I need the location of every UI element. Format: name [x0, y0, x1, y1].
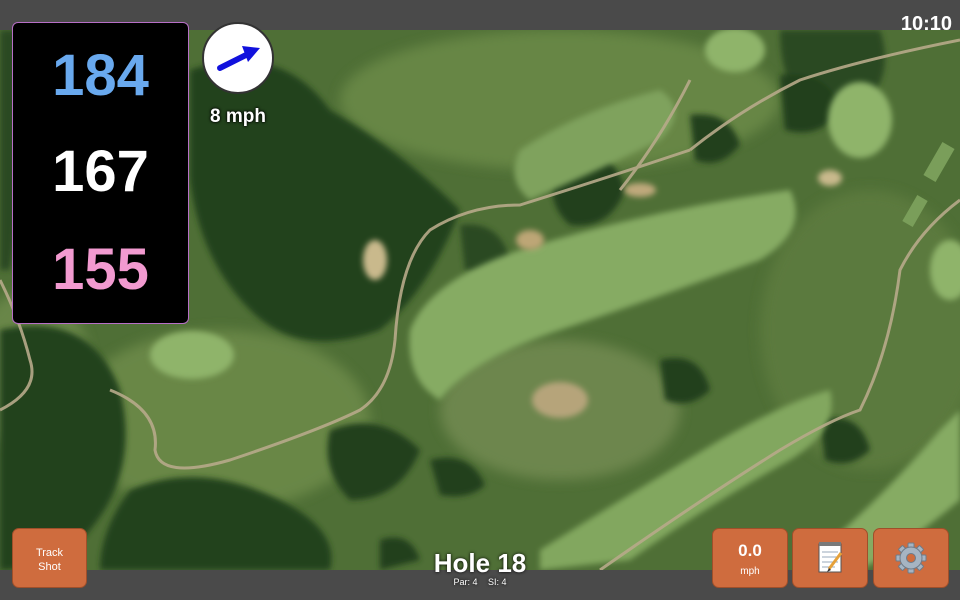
track-shot-button[interactable]: Track Shot: [12, 528, 87, 588]
hole-details: Par: 4 SI: 4: [380, 577, 580, 587]
wind-indicator: [202, 22, 274, 94]
stroke-index-label: SI: 4: [488, 577, 507, 587]
settings-button[interactable]: [873, 528, 949, 588]
par-label: Par: 4: [453, 577, 478, 587]
speed-unit: mph: [740, 566, 760, 577]
notepad-icon: [818, 542, 843, 573]
middle-distance: 167: [52, 139, 149, 204]
wind-speed-label: 8 mph: [210, 106, 266, 127]
notes-button[interactable]: [792, 528, 868, 588]
back-distance: 184: [52, 43, 149, 108]
gear-icon: [895, 542, 927, 574]
hole-title: Hole 18: [433, 548, 527, 578]
front-distance: 155: [52, 237, 149, 302]
track-shot-label-line2: Shot: [38, 561, 61, 573]
hole-info: Hole 18 Par: 4 SI: 4: [380, 549, 580, 587]
speed-value: 0.0: [738, 541, 762, 560]
arrow-icon: [217, 46, 260, 71]
distance-panel: 184 167 155: [12, 22, 189, 324]
speed-button[interactable]: 0.0 mph: [712, 528, 788, 588]
track-shot-label-line1: Track: [35, 547, 64, 559]
